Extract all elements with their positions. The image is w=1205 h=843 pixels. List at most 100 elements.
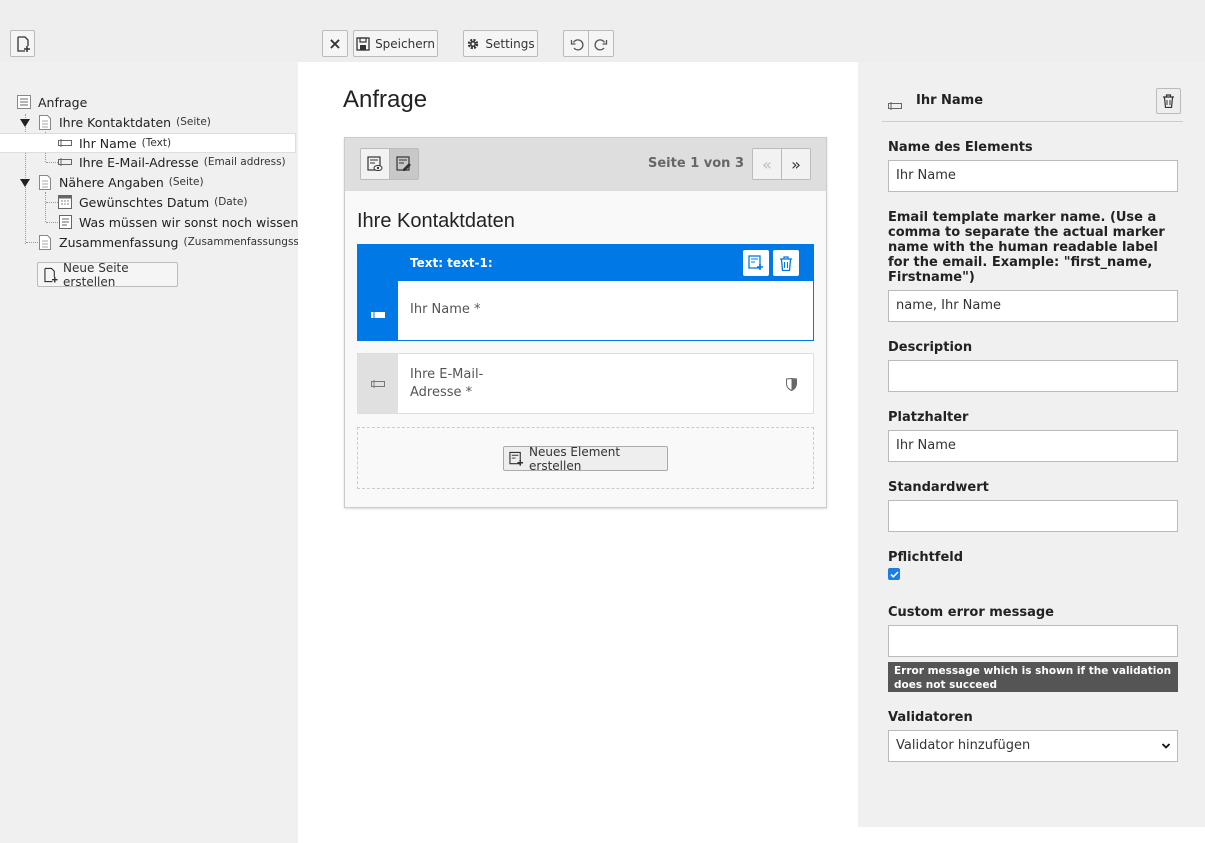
validators-select-value: Validator hinzufügen (896, 738, 1030, 753)
remove-element-button[interactable] (773, 250, 799, 276)
save-icon (356, 37, 370, 51)
tree-item-type: (Seite) (169, 176, 204, 188)
page-icon (38, 234, 52, 250)
tree-item-element[interactable]: Gewünschtes Datum (Date) (58, 192, 247, 212)
stage-header: Seite 1 von 3 « » (345, 138, 826, 191)
description-field[interactable] (888, 360, 1178, 392)
marker-name-label: Email template marker name. (Use a comma… (888, 210, 1178, 285)
shield-icon (786, 376, 797, 395)
add-element-icon (509, 451, 524, 467)
required-checkbox[interactable] (888, 568, 900, 580)
form-icon (17, 94, 31, 110)
tree-item-label: Nähere Angaben (59, 175, 164, 190)
custom-error-label: Custom error message (888, 605, 1178, 620)
page-title: Ihre Kontaktdaten (357, 210, 515, 233)
element-name-label: Name des Elements (888, 140, 1178, 155)
edit-icon (396, 156, 412, 172)
form-element[interactable]: Ihre E-Mail-Adresse * (357, 353, 814, 414)
tree-item-element[interactable]: Was müssen wir sonst noch wissen? (58, 212, 298, 232)
tree-item-type: (Zusammenfassungsseite) (184, 236, 299, 248)
page-icon (38, 174, 52, 190)
required-label: Pflichtfeld (888, 550, 1178, 565)
tree-item-page[interactable]: Zusammenfassung (Zusammenfassungsseite) (38, 232, 298, 252)
custom-error-field[interactable] (888, 625, 1178, 657)
tree-item-type: (Text) (142, 137, 171, 149)
tree-item-label: Was müssen wir sonst noch wissen? (79, 215, 298, 230)
marker-name-field[interactable]: name, Ihr Name (888, 290, 1178, 322)
inspector-delete-button[interactable] (1156, 88, 1181, 114)
validators-select[interactable]: Validator hinzufügen (888, 730, 1178, 762)
element-preview: Ihr Name * (398, 281, 813, 340)
next-page-button[interactable]: » (781, 148, 811, 180)
new-element-label: Neues Element erstellen (529, 445, 667, 473)
tree-item-type: (Email address) (204, 156, 286, 168)
prev-page-button[interactable]: « (752, 148, 782, 180)
checkmark-icon (890, 570, 899, 579)
placeholder-field[interactable]: Ihr Name (888, 430, 1178, 462)
email-field-icon (58, 154, 72, 170)
toolbar: × Speichern Settings (0, 0, 1205, 62)
page-icon (38, 114, 52, 130)
tree-item-label: Gewünschtes Datum (79, 195, 209, 210)
tree-item-label: Ihr Name (79, 136, 137, 151)
default-value-field[interactable] (888, 500, 1178, 532)
email-field-icon (371, 379, 385, 389)
undo-icon (570, 37, 584, 51)
form-title: Anfrage (343, 86, 427, 114)
add-element-after-button[interactable] (743, 250, 769, 276)
preview-icon (367, 156, 383, 172)
trash-icon (1162, 94, 1175, 108)
tree-item-page[interactable]: Ihre Kontaktdaten (Seite) (38, 112, 211, 132)
collapse-toggle-icon[interactable] (20, 179, 30, 187)
save-label: Speichern (375, 37, 435, 51)
add-element-icon (748, 255, 764, 271)
tree-item-element[interactable]: Ihr Name (Text) (0, 133, 296, 153)
new-page-label: Neue Seite erstellen (63, 261, 177, 289)
tree-connector (46, 202, 58, 203)
tree-connector (46, 222, 58, 223)
inspector-panel: Ihr Name Name des Elements Ihr Name Emai… (858, 62, 1205, 827)
new-document-icon (15, 36, 31, 52)
preview-mode-button[interactable] (360, 148, 390, 180)
form-tree-panel: Anfrage Ihre Kontaktdaten (Seite) Ihr Na… (0, 62, 298, 843)
close-icon: × (328, 34, 341, 53)
tree-item-type: (Seite) (176, 116, 211, 128)
save-button[interactable]: Speichern (353, 30, 438, 57)
new-page-icon (44, 267, 58, 283)
trash-icon (779, 256, 793, 271)
element-identifier: Text: text-1: (410, 256, 493, 270)
tree-item-label: Zusammenfassung (59, 235, 179, 250)
text-field-icon (371, 304, 385, 323)
tree-root[interactable]: Anfrage (17, 92, 87, 112)
new-element-button[interactable]: Neues Element erstellen (503, 446, 668, 471)
double-chevron-left-icon: « (762, 155, 772, 174)
validators-label: Validatoren (888, 710, 1178, 725)
undo-button[interactable] (563, 30, 589, 57)
settings-button[interactable]: Settings (463, 30, 538, 57)
redo-icon (594, 37, 608, 51)
edit-mode-button[interactable] (389, 148, 419, 180)
tree-item-label: Ihre E-Mail-Adresse (79, 155, 199, 170)
close-button[interactable]: × (322, 30, 348, 57)
default-value-label: Standardwert (888, 480, 1178, 495)
tree-item-label: Ihre Kontaktdaten (59, 115, 171, 130)
tree-item-element[interactable]: Ihre E-Mail-Adresse (Email address) (58, 152, 286, 172)
tree-connector (46, 162, 58, 163)
gear-icon (466, 37, 480, 51)
tree-connector (26, 242, 38, 243)
chevron-down-icon (1161, 740, 1171, 755)
tree-item-page[interactable]: Nähere Angaben (Seite) (38, 172, 204, 192)
selected-form-element[interactable]: Text: text-1: Ihr Name * (357, 244, 814, 341)
new-page-button[interactable]: Neue Seite erstellen (37, 262, 178, 287)
double-chevron-right-icon: » (791, 155, 801, 174)
new-form-button[interactable] (10, 30, 35, 57)
new-element-dropzone: Neues Element erstellen (357, 427, 814, 489)
inspector-title: Ihr Name (916, 93, 983, 108)
page-indicator: Seite 1 von 3 (648, 156, 744, 171)
calendar-icon (58, 194, 72, 210)
element-name-field[interactable]: Ihr Name (888, 160, 1178, 192)
element-label: Ihr Name * (410, 302, 481, 317)
tree-connector (45, 192, 46, 222)
redo-button[interactable] (588, 30, 614, 57)
collapse-toggle-icon[interactable] (20, 119, 30, 127)
